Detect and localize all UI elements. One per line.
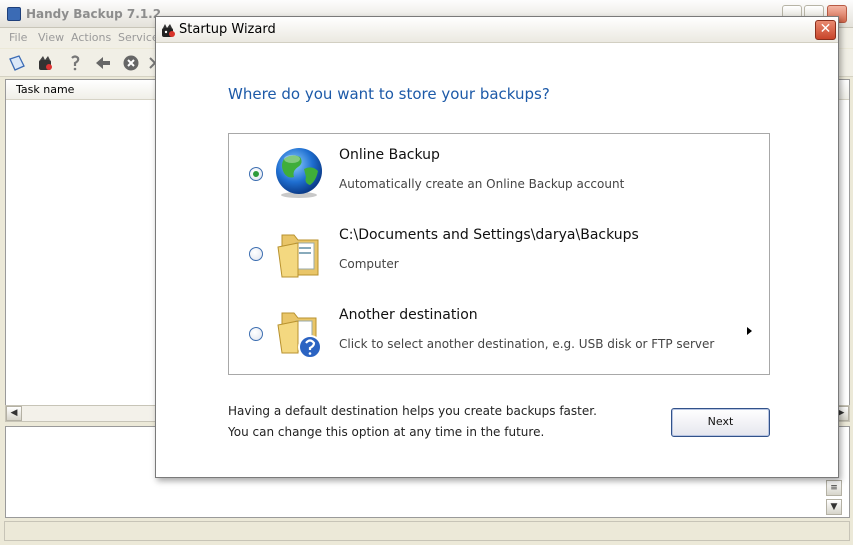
status-bar — [4, 521, 850, 541]
option-title: C:\Documents and Settings\darya\Backups — [339, 227, 639, 243]
close-button[interactable]: ✕ — [815, 20, 836, 40]
help-icon[interactable] — [66, 54, 84, 72]
radio-another-destination[interactable] — [249, 327, 263, 341]
footer-line: Having a default destination helps you c… — [228, 404, 597, 418]
app-logo-icon — [7, 7, 21, 21]
option-computer-folder[interactable]: C:\Documents and Settings\darya\Backups … — [229, 214, 769, 294]
menu-file[interactable]: File — [9, 31, 27, 44]
vertical-scrollbar[interactable]: ≡ ▼ — [826, 480, 844, 516]
new-task-icon[interactable] — [8, 54, 26, 72]
back-arrow-icon[interactable] — [94, 54, 112, 72]
option-subtitle: Click to select another destination, e.g… — [339, 337, 715, 351]
menu-service[interactable]: Service — [118, 31, 159, 44]
column-header-task-name[interactable]: Task name — [16, 83, 74, 96]
menu-actions[interactable]: Actions — [71, 31, 111, 44]
app-title: Handy Backup 7.1.2 — [26, 7, 162, 21]
startup-wizard-dialog: Startup Wizard ✕ Where do you want to st… — [155, 16, 839, 478]
option-subtitle: Automatically create an Online Backup ac… — [339, 177, 625, 191]
dialog-heading: Where do you want to store your backups? — [228, 85, 550, 103]
folder-question-icon — [277, 312, 322, 359]
dialog-titlebar[interactable]: Startup Wizard ✕ — [156, 17, 838, 43]
chevron-right-icon — [747, 327, 752, 335]
close-icon: ✕ — [819, 21, 832, 37]
scroll-left-button[interactable]: ◀ — [6, 406, 22, 421]
radio-online-backup[interactable] — [249, 167, 263, 181]
option-online-backup[interactable]: Online Backup Automatically create an On… — [229, 134, 769, 214]
globe-icon — [276, 148, 322, 198]
next-button[interactable]: Next — [671, 408, 770, 437]
radio-computer-folder[interactable] — [249, 247, 263, 261]
dialog-title: Startup Wizard — [179, 22, 276, 37]
destination-options: Online Backup Automatically create an On… — [228, 133, 770, 375]
folder-icon — [277, 234, 319, 278]
footer-hint: Having a default destination helps you c… — [228, 401, 597, 443]
option-another-destination[interactable]: Another destination Click to select anot… — [229, 294, 769, 374]
option-title: Another destination — [339, 307, 478, 323]
scroll-thumb[interactable]: ≡ — [826, 480, 842, 496]
option-subtitle: Computer — [339, 257, 399, 271]
footer-line: You can change this option at any time i… — [228, 425, 545, 439]
option-title: Online Backup — [339, 147, 440, 163]
wizard-icon[interactable] — [36, 54, 54, 72]
stop-icon[interactable] — [122, 54, 140, 72]
scroll-down-button[interactable]: ▼ — [826, 499, 842, 515]
wizard-app-icon — [162, 24, 175, 37]
menu-view[interactable]: View — [38, 31, 64, 44]
